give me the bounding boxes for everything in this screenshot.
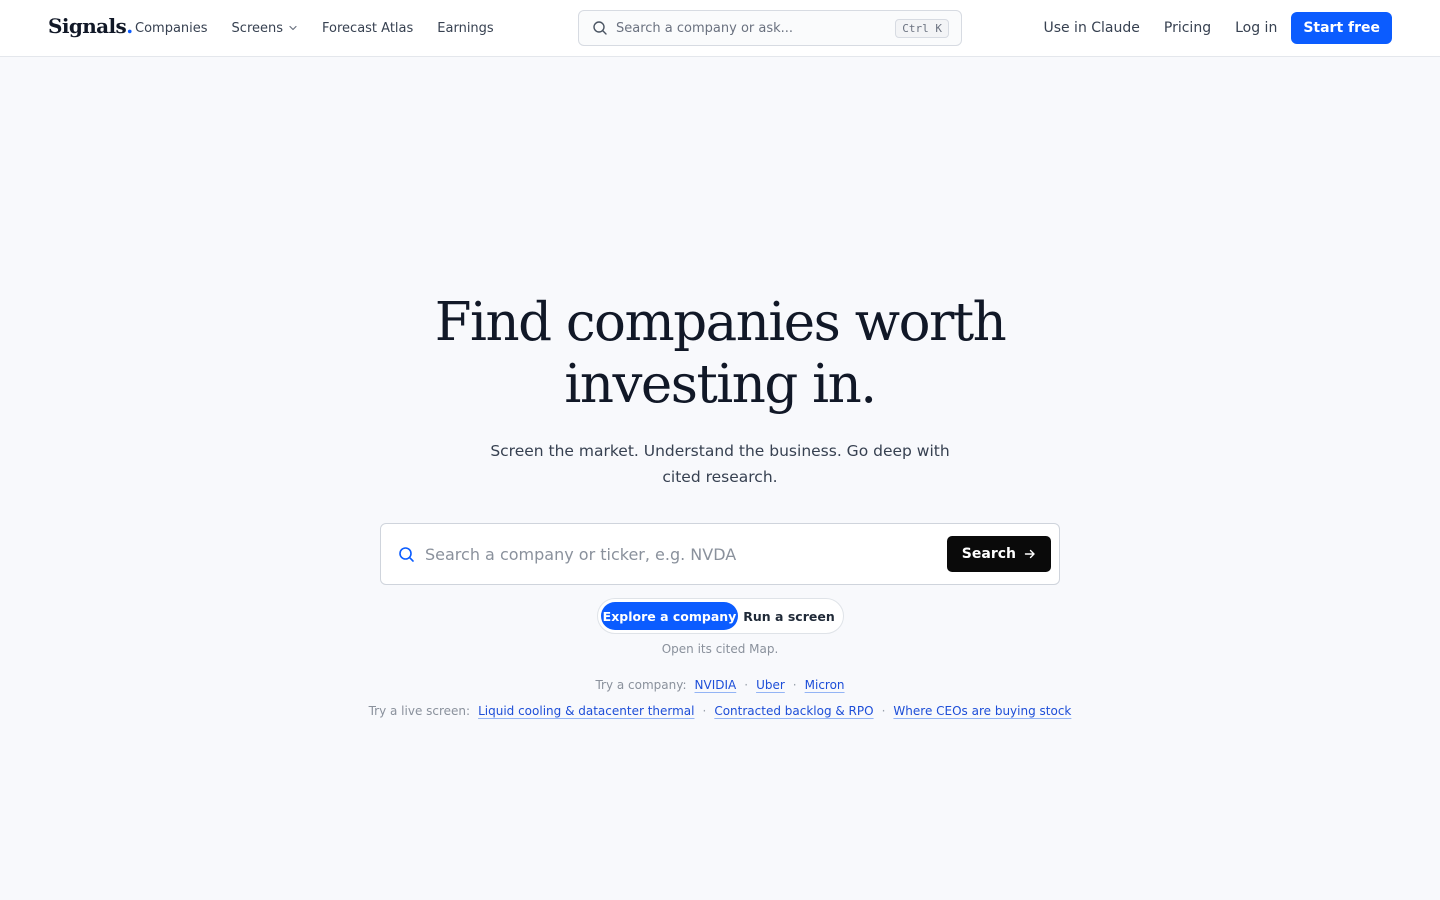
nav-label: Companies <box>135 20 208 36</box>
header-search-input[interactable] <box>616 20 896 36</box>
nav-earnings[interactable]: Earnings <box>437 21 493 36</box>
logo-text: Signals <box>48 14 127 38</box>
try-company-row: Try a company: NVIDIA · Uber · Micron <box>0 678 1440 692</box>
hero-title-line-1: Find companies worth <box>434 292 1007 353</box>
run-screen-tab[interactable]: Run a screen <box>738 602 840 630</box>
right-nav: Use in Claude Pricing Log in Start free <box>1043 12 1392 44</box>
try-company-link[interactable]: NVIDIA <box>695 678 737 692</box>
separator: · <box>744 678 749 692</box>
nav-companies[interactable]: Companies <box>135 21 208 36</box>
hero-subtitle: Screen the market. Understand the busine… <box>490 442 950 486</box>
hero-search[interactable]: Search <box>380 523 1060 585</box>
pricing-link[interactable]: Pricing <box>1164 20 1211 36</box>
search-button[interactable]: Search <box>946 536 1051 572</box>
try-screen-link[interactable]: Contracted backlog & RPO <box>714 704 873 718</box>
arrow-right-icon <box>1024 549 1035 559</box>
search-icon <box>399 546 414 562</box>
nav-label: Earnings <box>437 20 494 36</box>
explore-company-tab[interactable]: Explore a company <box>601 602 738 630</box>
hero-title: Find companies worth investing in. <box>0 292 1440 416</box>
mode-toggle: Explore a company Run a screen <box>597 598 844 634</box>
try-company-link[interactable]: Uber <box>756 678 785 692</box>
try-screen-label: Try a live screen: <box>368 704 471 718</box>
header-search[interactable]: Ctrl K <box>578 10 962 46</box>
chevron-down-icon <box>289 25 297 31</box>
separator: · <box>792 678 797 692</box>
shortcut-hint: Ctrl K <box>895 18 949 38</box>
try-screen-row: Try a live screen: Liquid cooling & data… <box>0 704 1440 718</box>
logo-dot: . <box>126 14 133 38</box>
nav-label: Screens <box>231 20 284 36</box>
main-nav: Companies Screens Forecast Atlas Earning… <box>135 0 494 56</box>
separator: · <box>702 704 707 718</box>
try-company-link[interactable]: Micron <box>805 678 845 692</box>
mode-hint: Open its cited Map. <box>661 642 779 656</box>
separator: · <box>881 704 886 718</box>
search-button-label: Search <box>961 546 1016 562</box>
nav-screens[interactable]: Screens <box>232 21 298 36</box>
login-link[interactable]: Log in <box>1235 20 1277 36</box>
start-free-button[interactable]: Start free <box>1291 12 1392 44</box>
search-icon <box>593 21 607 35</box>
try-screen-link[interactable]: Liquid cooling & datacenter thermal <box>478 704 694 718</box>
use-in-claude-link[interactable]: Use in Claude <box>1043 20 1139 36</box>
top-header: Signals. Companies Screens Forecast Atla… <box>0 0 1440 57</box>
nav-forecast-atlas[interactable]: Forecast Atlas <box>322 21 413 36</box>
nav-label: Forecast Atlas <box>322 20 414 36</box>
try-company-label: Try a company: <box>595 678 687 692</box>
logo[interactable]: Signals. <box>48 14 133 38</box>
try-screen-link[interactable]: Where CEOs are buying stock <box>893 704 1071 718</box>
hero-search-input[interactable] <box>425 544 947 564</box>
hero-title-line-2: investing in. <box>564 354 877 415</box>
